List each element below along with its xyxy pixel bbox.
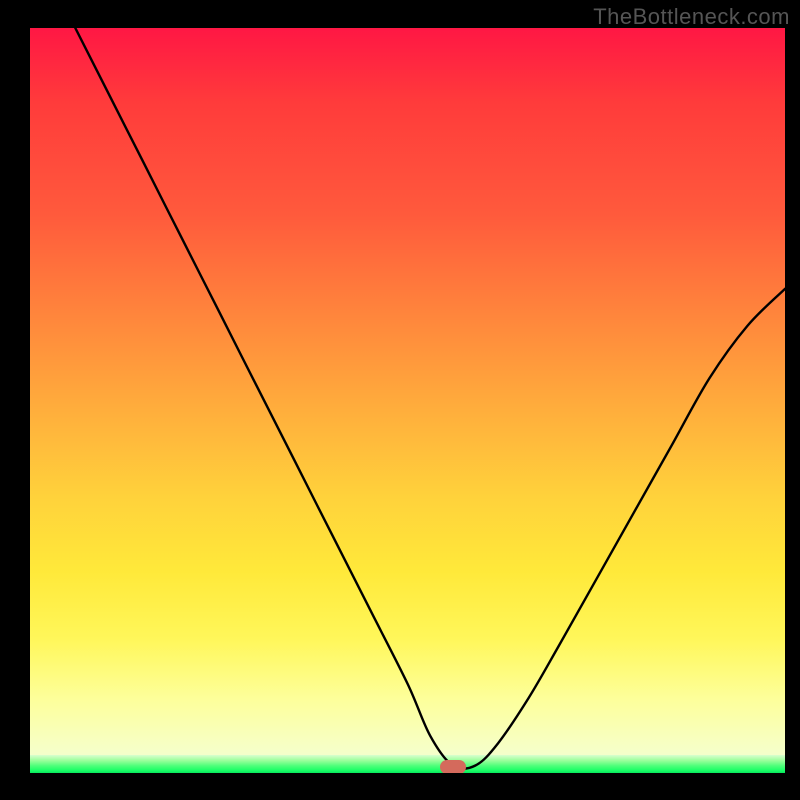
curve-svg [30, 28, 785, 773]
curve-path [75, 28, 785, 769]
plot-area [30, 28, 785, 773]
marker-pill [440, 760, 466, 773]
watermark-text: TheBottleneck.com [593, 4, 790, 30]
chart-frame: TheBottleneck.com [0, 0, 800, 800]
